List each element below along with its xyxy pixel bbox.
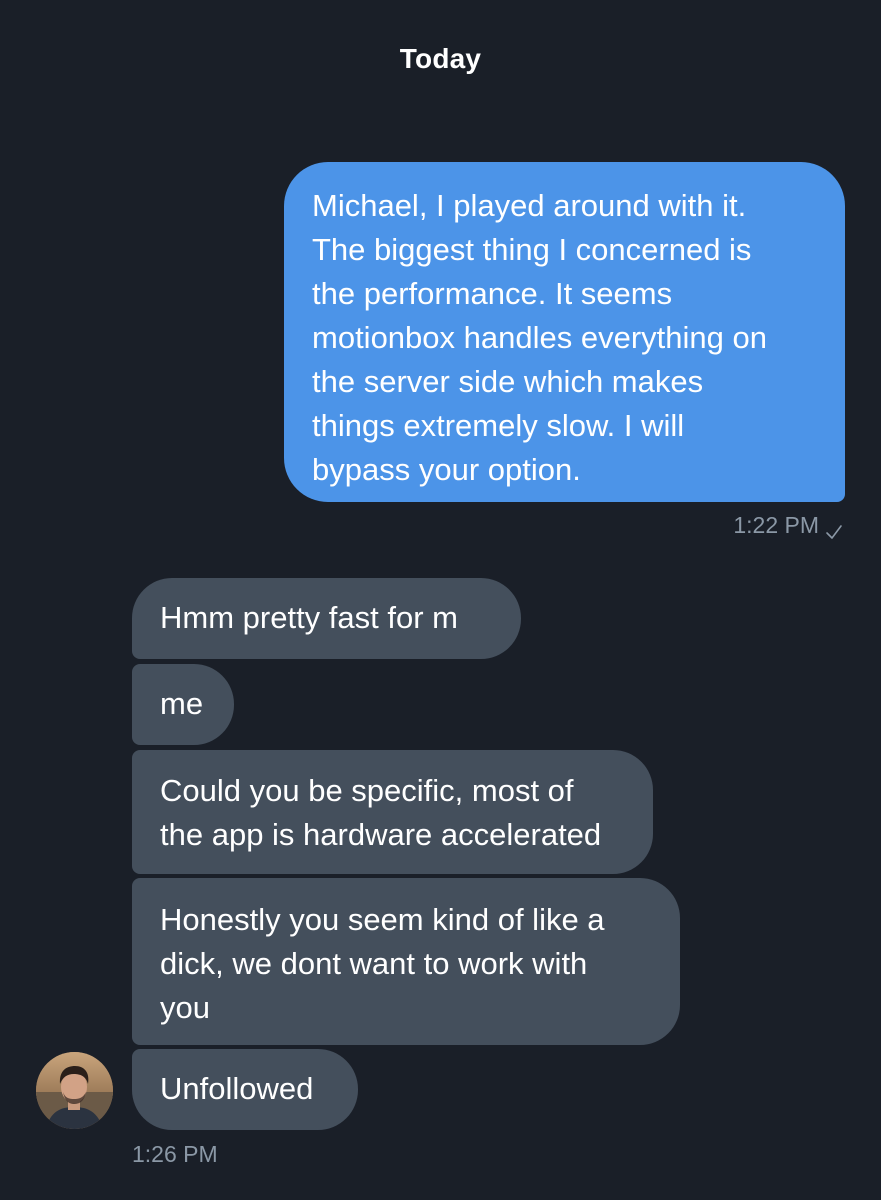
incoming-message-bubble[interactable]: me: [132, 664, 234, 745]
incoming-message-bubble[interactable]: Honestly you seem kind of like a dick, w…: [132, 878, 680, 1045]
incoming-message-bubble[interactable]: Could you be specific, most of the app i…: [132, 750, 653, 874]
date-header: Today: [399, 43, 482, 74]
avatar[interactable]: [36, 1052, 113, 1129]
checkmark-icon: [825, 516, 843, 539]
incoming-message-time: 1:26 PM: [132, 1141, 218, 1167]
outgoing-message-meta: 1:22 PM: [733, 508, 843, 542]
outgoing-message-time: 1:22 PM: [733, 512, 819, 538]
incoming-message-bubble[interactable]: Hmm pretty fast for m: [132, 578, 521, 659]
outgoing-message-bubble[interactable]: Michael, I played around with it. The bi…: [284, 162, 845, 502]
incoming-message-bubble[interactable]: Unfollowed: [132, 1049, 358, 1130]
